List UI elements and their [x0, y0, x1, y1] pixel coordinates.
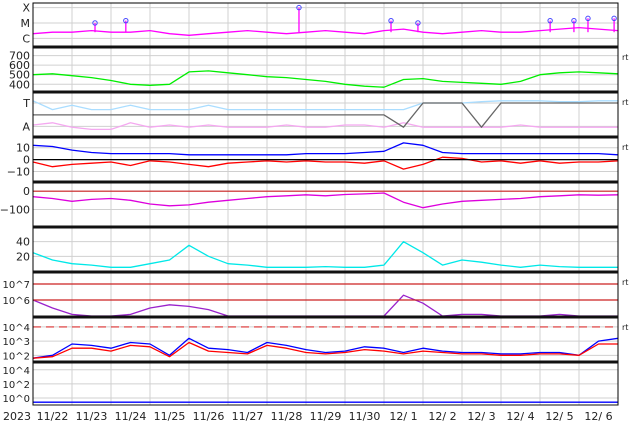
x-tick-label: 11/24 — [115, 410, 147, 423]
x-tick-label: 12/ 1 — [389, 410, 417, 423]
y-tick-label: 10^7 — [3, 280, 30, 291]
y-tick-label: 40 — [16, 236, 30, 249]
x-tick-label: 11/29 — [310, 410, 342, 423]
y-tick-label: 10^6 — [3, 296, 30, 307]
x-tick-label: 11/30 — [349, 410, 381, 423]
y-tick-label: X — [22, 2, 30, 15]
x-tick-label: 11/27 — [232, 410, 264, 423]
x-tick-label: 12/ 4 — [506, 410, 534, 423]
series-line-dst-dst — [32, 192, 619, 209]
y-tick-label: −100 — [0, 204, 30, 217]
panel-frame-xray — [32, 2, 619, 47]
x-tick-label: 11/23 — [76, 410, 108, 423]
panel-frame-temp — [32, 91, 619, 137]
y-tick-label: M — [21, 17, 31, 30]
x-tick-label: 11/22 — [37, 410, 69, 423]
rt-label: rt — [622, 98, 628, 107]
rt-label: rt — [622, 278, 628, 287]
y-tick-label: −10 — [7, 165, 30, 178]
series-line-index-index — [32, 241, 618, 268]
y-tick-label: 0 — [23, 185, 30, 198]
y-tick-label: 20 — [16, 250, 30, 263]
y-tick-label: 10^2 — [3, 380, 30, 391]
series-line-xray-x-ray-flux — [32, 26, 619, 36]
y-tick-label: C — [22, 32, 30, 45]
panel-frame-dst — [32, 181, 619, 227]
x-tick-label: 12/ 6 — [584, 410, 612, 423]
x-tick-label: 12/ 5 — [545, 410, 573, 423]
series-line-imf-bz — [32, 156, 619, 170]
series-line-temp-level — [33, 102, 618, 128]
y-tick-label: 10^3 — [3, 337, 30, 348]
y-tick-label: 10^4 — [3, 323, 30, 334]
x-tick-label: 12/ 2 — [428, 410, 456, 423]
x-start-year-label: 2023 — [3, 410, 31, 423]
panel-frame-electron — [32, 271, 619, 317]
panel-frame-index — [32, 226, 619, 272]
x-tick-label: 11/28 — [271, 410, 303, 423]
y-tick-label: 400 — [9, 78, 30, 91]
series-line-imf-bt — [32, 142, 619, 156]
rt-label: rt — [622, 53, 628, 62]
y-tick-label: A — [22, 120, 30, 133]
x-tick-label: 12/ 3 — [467, 410, 495, 423]
series-line-temp-t — [32, 100, 618, 111]
y-tick-label: 10^2 — [3, 351, 30, 362]
series-line-electron-electron-flux — [32, 294, 618, 317]
y-tick-label: T — [22, 97, 30, 110]
x-tick-label: 11/25 — [154, 410, 186, 423]
rt-label: rt — [622, 323, 628, 332]
rt-label: rt — [622, 143, 628, 152]
space-weather-chart: XMC700600500400rtTArt100−10rt0−100402010… — [0, 2, 628, 423]
x-tick-label: 11/26 — [193, 410, 225, 423]
y-tick-label: 10^0 — [3, 394, 30, 405]
y-tick-label: 10^4 — [3, 366, 30, 377]
